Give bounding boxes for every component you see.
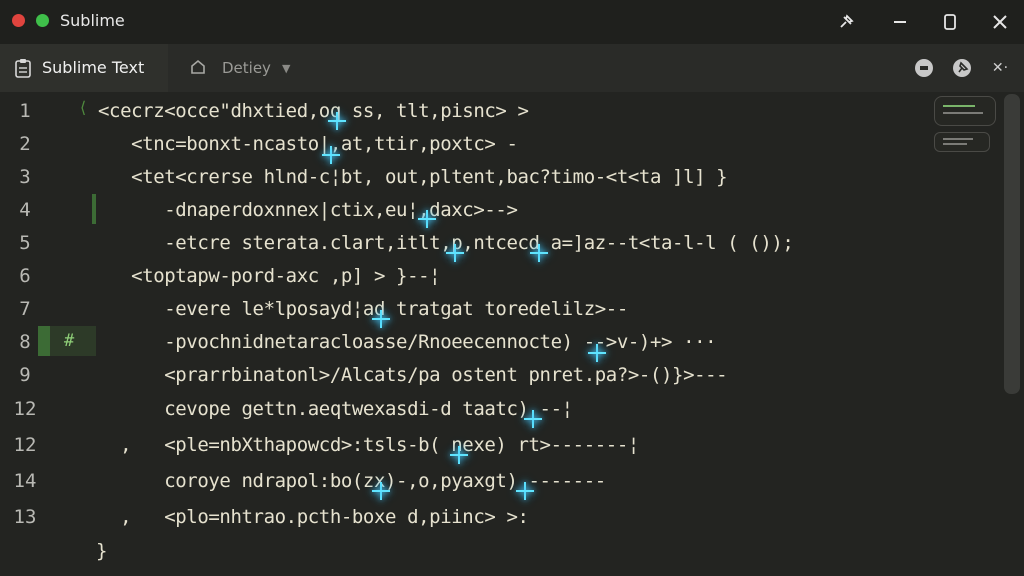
close-dot-icon[interactable]	[12, 14, 25, 27]
chevron-down-icon[interactable]: ▼	[282, 62, 290, 75]
restore-icon[interactable]	[936, 8, 964, 36]
minimap-line	[943, 105, 975, 107]
line-number: 12	[13, 398, 37, 420]
text-cursor-icon	[418, 210, 436, 228]
minimap-line	[943, 112, 983, 114]
text-cursor-icon	[372, 482, 390, 500]
code-line[interactable]: cevope gettn.aeqtwexasdi-d taatc) --¦	[98, 398, 573, 420]
minimap[interactable]	[934, 96, 996, 126]
text-cursor-icon	[322, 146, 340, 164]
text-cursor-icon	[588, 344, 606, 362]
minimize-icon[interactable]	[886, 8, 914, 36]
tab-label: Sublime Text	[42, 58, 145, 77]
window-title: Sublime	[60, 11, 125, 30]
tab-detiey[interactable]: Detiey ▼	[186, 44, 316, 92]
line-number: 2	[19, 133, 31, 155]
tab-label: Detiey	[222, 59, 271, 77]
code-line[interactable]: -dnaperdoxnnex|ctix,eu¦,daxc>-->	[98, 199, 518, 221]
record-icon[interactable]	[912, 56, 936, 80]
pin-icon[interactable]	[832, 8, 860, 36]
line-number: 12	[13, 434, 37, 456]
code-line[interactable]: <toptapw-pord-axc ,p] > }--¦	[98, 265, 441, 287]
minimap-line	[943, 138, 973, 140]
text-cursor-icon	[524, 410, 542, 428]
line-number: 5	[19, 232, 31, 254]
code-line[interactable]: }	[96, 540, 107, 562]
sublime-window: Sublime Sublime Text Detiey ▼ ✕· # ⟨ 1 2…	[0, 0, 1024, 576]
close-icon[interactable]	[986, 8, 1014, 36]
line-number: 1	[19, 100, 31, 122]
line-number: 4	[19, 199, 31, 221]
code-line[interactable]: -evere le*lposayd¦ad tratgat toredelilz>…	[98, 298, 628, 320]
code-line[interactable]: <tet<crerse hlnd-c¦bt, out,pltent,bac?ti…	[98, 166, 728, 188]
minimap-viewport[interactable]	[934, 132, 990, 152]
tab-bar: Sublime Text Detiey ▼ ✕·	[0, 44, 1024, 92]
vertical-scrollbar[interactable]	[1004, 94, 1020, 394]
text-cursor-icon	[516, 482, 534, 500]
text-cursor-icon	[328, 112, 346, 130]
gutter: # ⟨ 1 2 3 4 5 6 7 8 9 12 12 14 13	[0, 92, 96, 576]
title-bar: Sublime	[0, 0, 1024, 44]
fold-icon[interactable]: ⟨	[80, 98, 86, 117]
code-line[interactable]: , <ple=nbXthapowcd>:tsls-b( nexe) rt>---…	[98, 434, 639, 456]
code-line[interactable]: <prarrbinatonl>/Alcats/pa ostent pnret.p…	[98, 364, 727, 386]
text-cursor-icon	[372, 310, 390, 328]
text-cursor-icon	[446, 244, 464, 262]
line-number: 9	[19, 364, 31, 386]
tab-sublime-text[interactable]: Sublime Text	[0, 44, 168, 92]
home-icon	[189, 58, 207, 76]
code-line[interactable]: <cecrz<occe"dhxtied,oq ss, tlt,pisnc> >	[98, 100, 529, 122]
text-cursor-icon	[530, 244, 548, 262]
minimap-line	[943, 143, 967, 145]
more-icon[interactable]: ✕·	[988, 56, 1012, 80]
line-number: 8	[19, 331, 31, 353]
pin-icon[interactable]	[950, 56, 974, 80]
line-number: 14	[13, 470, 37, 492]
text-cursor-icon	[450, 446, 468, 464]
code-editor[interactable]: <cecrz<occe"dhxtied,oq ss, tlt,pisnc> > …	[96, 92, 996, 576]
line-number: 7	[19, 298, 31, 320]
line-number: 13	[13, 506, 37, 528]
code-line[interactable]: , <plo=nhtrao.pcth-boxe d,piinc> >:	[98, 506, 529, 528]
clipboard-icon	[14, 58, 32, 78]
code-line[interactable]: -pvochnidnetaracloasse/Rnoeecennocte) --…	[98, 331, 716, 353]
bookmark-marker: #	[64, 331, 75, 351]
line-number: 3	[19, 166, 31, 188]
line-number: 6	[19, 265, 31, 287]
code-line[interactable]: <tnc=bonxt-ncasto|,at,ttir,poxtc> -	[98, 133, 518, 155]
maximize-dot-icon[interactable]	[36, 14, 49, 27]
